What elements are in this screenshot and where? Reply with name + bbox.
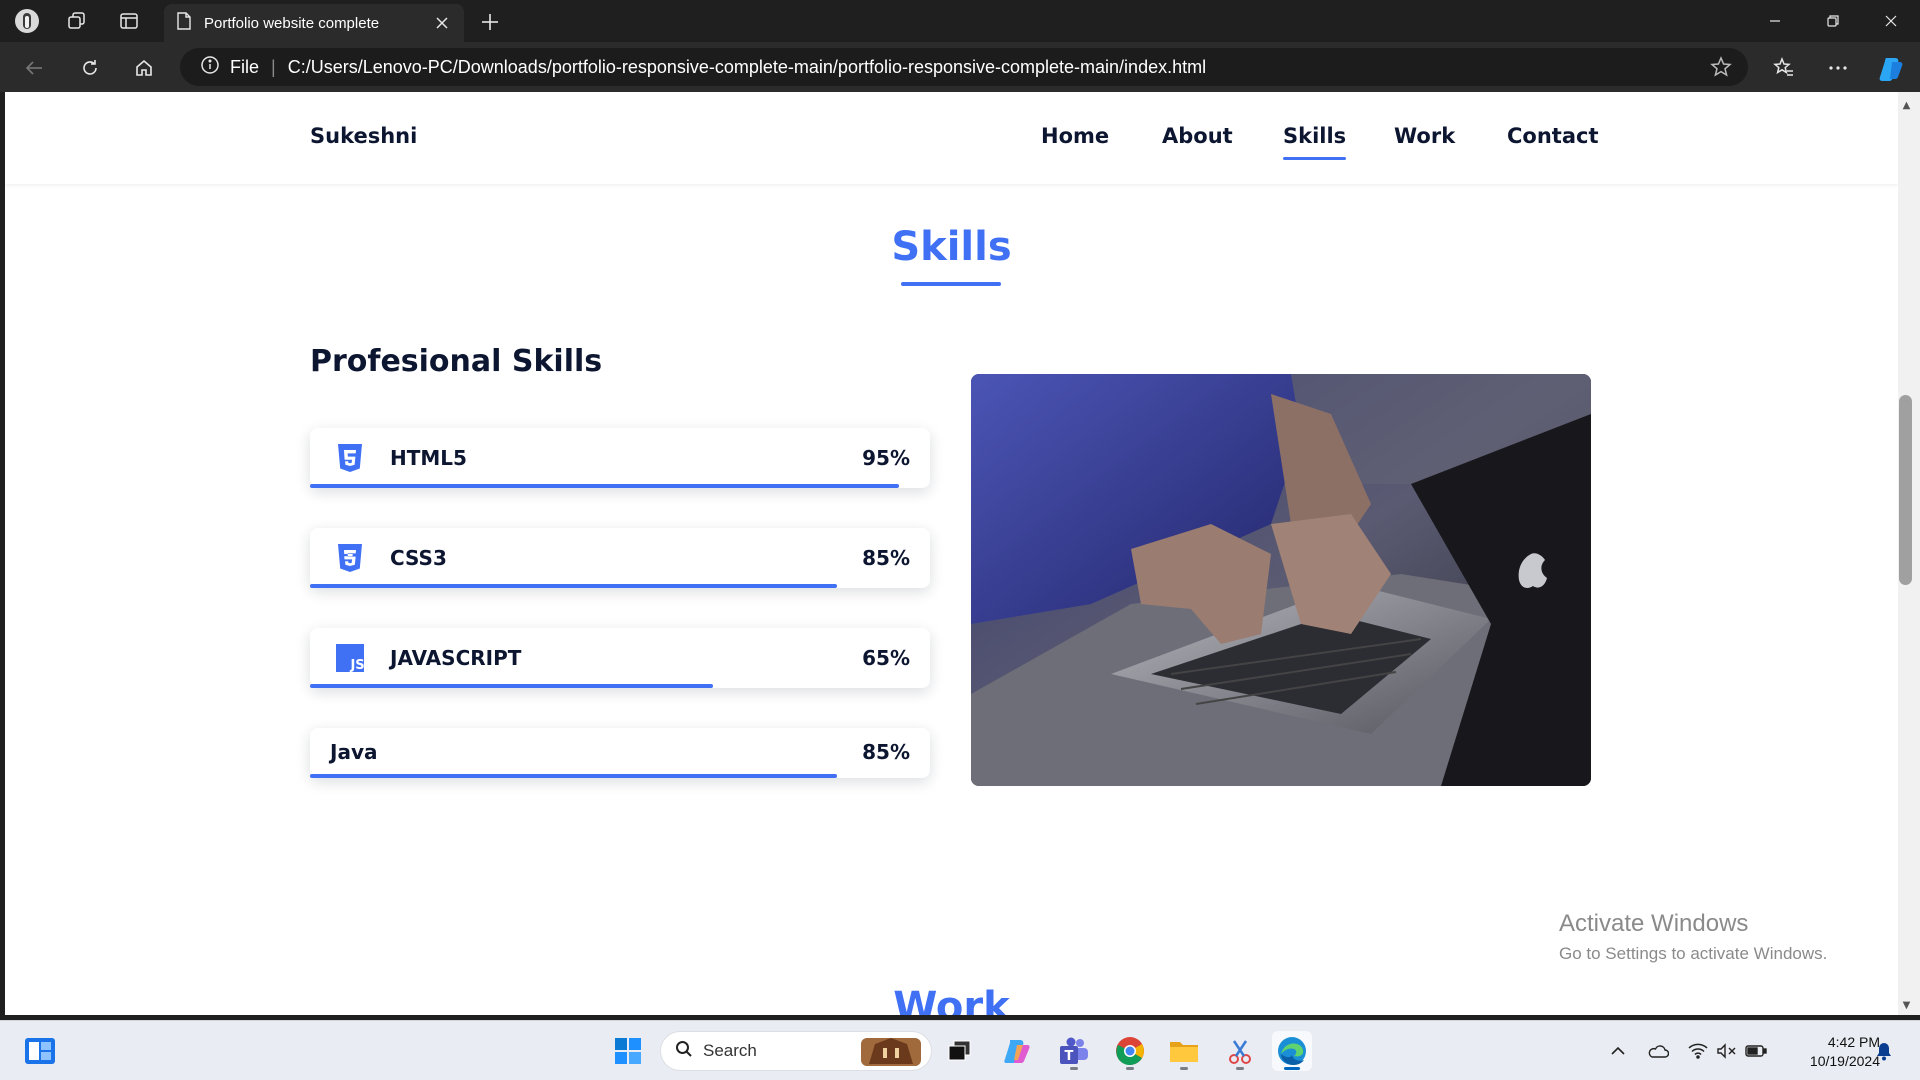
nav-home[interactable]: Home <box>1041 124 1109 148</box>
wifi-icon[interactable] <box>1686 1039 1710 1063</box>
browser-toolbar: File | C:/Users/Lenovo-PC/Downloads/port… <box>0 42 1920 92</box>
close-window-button[interactable] <box>1862 0 1920 42</box>
next-section-title: Work <box>893 984 1010 1015</box>
clock-time: 4:42 PM <box>1827 1034 1880 1050</box>
system-clock[interactable]: 4:42 PM 10/19/2024 <box>1780 1033 1880 1071</box>
running-indicator <box>1284 1067 1300 1070</box>
windows-taskbar: Search T 4:42 PM 10/19/2024 <box>0 1020 1920 1080</box>
skill-card-java: Java 85% <box>310 728 930 778</box>
volume-muted-icon[interactable] <box>1714 1039 1738 1063</box>
url-text[interactable]: C:/Users/Lenovo-PC/Downloads/portfolio-r… <box>288 57 1206 78</box>
skill-percent: 85% <box>862 546 910 570</box>
page-icon <box>176 12 192 34</box>
nav-work[interactable]: Work <box>1394 124 1455 148</box>
skill-card-javascript: JS JAVASCRIPT 65% <box>310 628 930 688</box>
scrollbar-thumb[interactable] <box>1899 395 1912 585</box>
skill-percent: 95% <box>862 446 910 470</box>
svg-text:JS: JS <box>349 658 364 673</box>
running-indicator <box>1070 1067 1078 1070</box>
copilot-icon[interactable] <box>1876 52 1908 84</box>
taskbar-search[interactable]: Search <box>660 1031 932 1071</box>
search-highlight-image-icon <box>861 1034 921 1073</box>
skill-progress-bar <box>310 484 899 488</box>
address-bar[interactable]: File | C:/Users/Lenovo-PC/Downloads/port… <box>180 48 1748 86</box>
svg-text:T: T <box>1065 1049 1074 1064</box>
show-hidden-icons-chevron-icon[interactable] <box>1606 1039 1630 1063</box>
css3-icon <box>336 542 364 574</box>
activate-windows-watermark: Activate Windows Go to Settings to activ… <box>1559 910 1827 964</box>
minimize-button[interactable] <box>1746 0 1804 42</box>
task-view-icon[interactable] <box>940 1031 980 1071</box>
skills-image <box>971 374 1591 786</box>
back-icon[interactable] <box>18 52 50 84</box>
restore-button[interactable] <box>1804 0 1862 42</box>
skill-name: CSS3 <box>390 546 447 570</box>
skill-name: JAVASCRIPT <box>390 646 522 670</box>
info-icon[interactable] <box>200 55 220 80</box>
battery-icon[interactable] <box>1744 1039 1768 1063</box>
scroll-up-arrow-icon[interactable]: ▲ <box>1900 98 1913 112</box>
more-options-icon[interactable] <box>1822 52 1854 84</box>
running-indicator <box>1126 1067 1134 1070</box>
start-button-icon[interactable] <box>608 1031 648 1071</box>
scheme-separator: | <box>271 56 276 77</box>
skill-percent: 85% <box>862 740 910 764</box>
running-indicator <box>1236 1067 1244 1070</box>
widgets-icon[interactable] <box>20 1031 60 1071</box>
nav-about[interactable]: About <box>1162 124 1233 148</box>
scheme-label: File <box>230 56 260 77</box>
edge-icon[interactable] <box>1272 1031 1312 1071</box>
new-tab-button[interactable] <box>476 8 504 36</box>
skill-card-html5: HTML5 95% <box>310 428 930 488</box>
skill-card-css3: CSS3 85% <box>310 528 930 588</box>
chrome-icon[interactable] <box>1110 1031 1150 1071</box>
skill-name: Java <box>330 740 378 764</box>
section-title: Skills <box>891 224 1012 270</box>
page-viewport: Sukeshni Home About Skills Work Contact … <box>5 92 1898 1015</box>
javascript-icon: JS <box>336 642 364 674</box>
skill-progress-bar <box>310 584 837 588</box>
favorite-star-icon[interactable] <box>1710 56 1732 83</box>
favorites-icon[interactable] <box>1768 52 1800 84</box>
skill-name: HTML5 <box>390 446 467 470</box>
workspaces-icon[interactable] <box>64 8 90 34</box>
nav-skills[interactable]: Skills <box>1283 124 1347 160</box>
scroll-down-arrow-icon[interactable]: ▼ <box>1900 998 1913 1012</box>
clock-date: 10/19/2024 <box>1809 1053 1880 1069</box>
watermark-line1: Activate Windows <box>1559 910 1749 937</box>
refresh-icon[interactable] <box>74 52 106 84</box>
file-explorer-icon[interactable] <box>1164 1031 1204 1071</box>
tab-title: Portfolio website complete <box>204 14 380 32</box>
browser-tab-bar: Portfolio website complete <box>0 0 1920 42</box>
search-icon <box>675 1040 693 1063</box>
snipping-tool-icon[interactable] <box>1220 1031 1260 1071</box>
skill-progress-bar <box>310 774 837 778</box>
running-indicator <box>1180 1067 1188 1070</box>
profile-avatar-icon[interactable] <box>14 8 40 34</box>
home-icon[interactable] <box>128 52 160 84</box>
close-tab-icon[interactable] <box>432 13 452 33</box>
skill-progress-bar <box>310 684 713 688</box>
watermark-line2: Go to Settings to activate Windows. <box>1559 944 1828 963</box>
site-header: Sukeshni Home About Skills Work Contact <box>5 92 1898 184</box>
vertical-tabs-icon[interactable] <box>116 8 142 34</box>
skills-subtitle: Profesional Skills <box>310 344 603 379</box>
browser-tab-active[interactable]: Portfolio website complete <box>164 4 464 42</box>
copilot-app-icon[interactable] <box>998 1031 1038 1071</box>
teams-icon[interactable]: T <box>1054 1031 1094 1071</box>
title-underline <box>901 282 1001 286</box>
search-label: Search <box>703 1041 757 1060</box>
nav-contact[interactable]: Contact <box>1507 124 1599 148</box>
notification-bell-icon[interactable] <box>1872 1039 1896 1063</box>
html5-icon <box>336 442 364 474</box>
site-logo[interactable]: Sukeshni <box>310 124 417 148</box>
skill-percent: 65% <box>862 646 910 670</box>
onedrive-cloud-icon[interactable] <box>1646 1039 1670 1063</box>
